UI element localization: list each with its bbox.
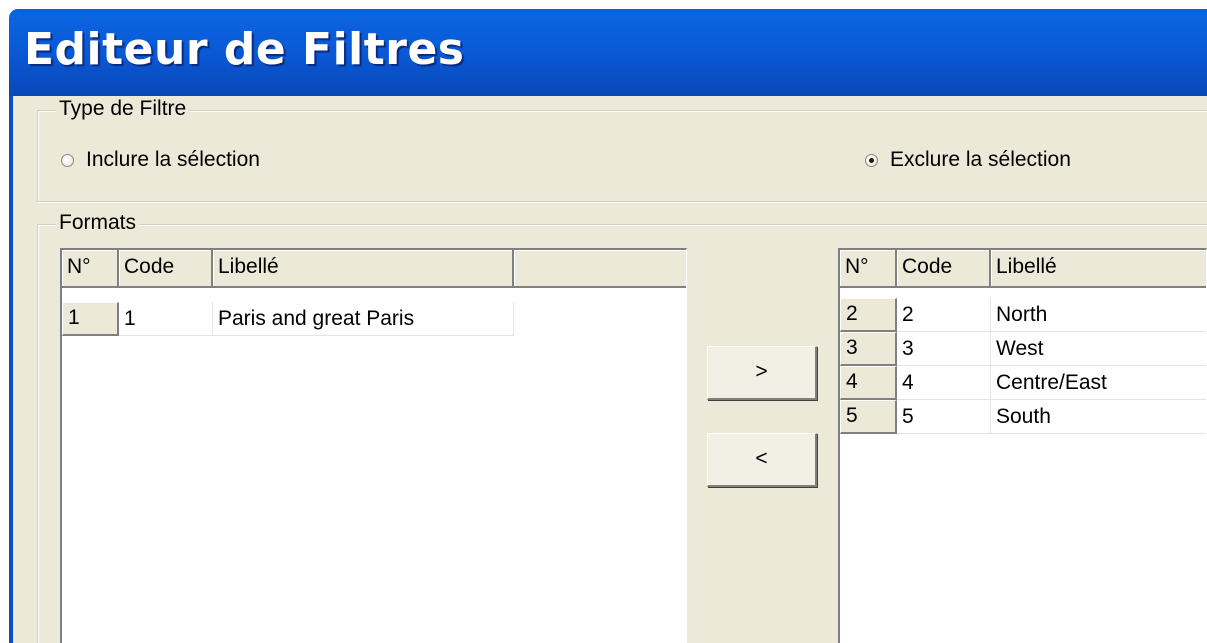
row-label: Centre/East: [991, 366, 1206, 400]
row-code: 2: [897, 298, 991, 332]
row-num: 4: [840, 366, 897, 400]
right-list-header: N° Code Libellé: [840, 250, 1206, 288]
row-label: South: [991, 400, 1206, 434]
include-selection-label[interactable]: Inclure la sélection: [86, 148, 260, 172]
right-col-code-header[interactable]: Code: [897, 250, 991, 288]
row-code: 3: [897, 332, 991, 366]
row-num: 2: [840, 298, 897, 332]
left-col-code-header[interactable]: Code: [119, 250, 213, 288]
radio-selected-dot: [869, 157, 874, 163]
table-row[interactable]: 2 2 North: [840, 298, 1206, 332]
filter-editor-window: Editeur de Filtres Type de Filtre Inclur…: [9, 9, 1207, 643]
right-col-label-header[interactable]: Libellé: [991, 250, 1206, 288]
dialog-body: Type de Filtre Inclure la sélection Excl…: [9, 96, 1207, 643]
right-col-num-header[interactable]: N°: [840, 250, 897, 288]
table-row[interactable]: 1 1 Paris and great Paris: [62, 302, 514, 336]
left-col-label-header[interactable]: Libellé: [213, 250, 514, 288]
table-row[interactable]: 5 5 South: [840, 400, 1206, 434]
row-num: 1: [62, 302, 119, 336]
window-title: Editeur de Filtres: [24, 24, 465, 75]
formats-label: Formats: [56, 211, 140, 235]
row-num: 3: [840, 332, 897, 366]
include-radio-circle[interactable]: [61, 153, 74, 167]
row-label: Paris and great Paris: [213, 302, 514, 336]
filter-type-label: Type de Filtre: [56, 97, 190, 121]
exclude-selection-label[interactable]: Exclure la sélection: [890, 148, 1071, 172]
include-selection-radio[interactable]: Inclure la sélection: [61, 148, 260, 172]
move-right-button[interactable]: >: [707, 346, 817, 400]
selected-formats-list[interactable]: N° Code Libellé 2 2 North 3 3 West 4 4 C…: [838, 248, 1207, 643]
move-left-button[interactable]: <: [707, 433, 817, 487]
exclude-radio-circle[interactable]: [865, 153, 878, 167]
row-label: West: [991, 332, 1206, 366]
left-col-num-header[interactable]: N°: [62, 250, 119, 288]
window-frame-left: [9, 96, 13, 643]
available-formats-list[interactable]: N° Code Libellé 1 1 Paris and great Pari…: [60, 248, 687, 643]
row-code: 4: [897, 366, 991, 400]
table-row[interactable]: 4 4 Centre/East: [840, 366, 1206, 400]
row-num: 5: [840, 400, 897, 434]
title-bar[interactable]: Editeur de Filtres: [9, 9, 1207, 96]
row-code: 5: [897, 400, 991, 434]
left-col-filler-header: [514, 250, 686, 288]
exclude-selection-radio[interactable]: Exclure la sélection: [865, 148, 1071, 172]
row-label: North: [991, 298, 1206, 332]
row-code: 1: [119, 302, 213, 336]
left-list-header: N° Code Libellé: [62, 250, 686, 288]
table-row[interactable]: 3 3 West: [840, 332, 1206, 366]
